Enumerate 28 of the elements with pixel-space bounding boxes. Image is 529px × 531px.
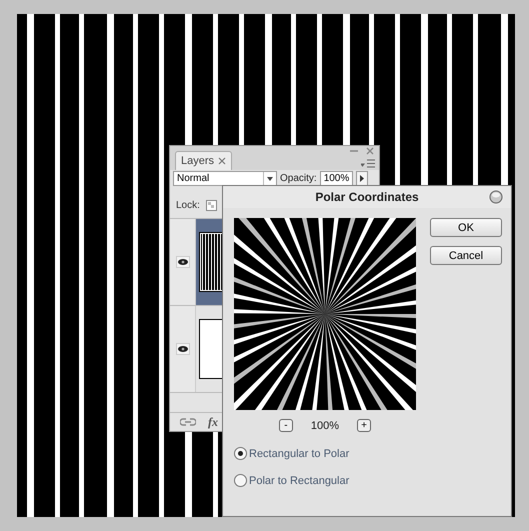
zoom-level: 100% <box>310 420 340 432</box>
option-label[interactable]: Rectangular to Polar <box>249 448 350 460</box>
option-label[interactable]: Polar to Rectangular <box>249 474 350 486</box>
close-icon[interactable] <box>366 147 374 155</box>
cancel-button[interactable]: Cancel <box>430 246 502 265</box>
menu-icon[interactable] <box>361 159 375 168</box>
zoom-in-button[interactable]: + <box>357 419 372 432</box>
opacity-label: Opacity: <box>280 173 317 184</box>
minimize-icon[interactable] <box>350 148 358 154</box>
eye-icon[interactable] <box>176 256 190 268</box>
dialog-title: Polar Coordinates <box>315 190 419 204</box>
lock-label: Lock: <box>176 200 200 210</box>
close-icon[interactable] <box>218 157 226 165</box>
layer-thumbnail <box>199 319 225 379</box>
opacity-field[interactable]: 100% <box>320 170 354 186</box>
radio-button[interactable] <box>234 447 247 460</box>
arrow-right-icon[interactable] <box>359 175 366 182</box>
checkerboard-icon[interactable] <box>206 200 217 210</box>
blend-mode-dropdown[interactable]: Normal <box>173 171 277 186</box>
layers-tab[interactable]: Layers <box>175 151 232 170</box>
ok-button[interactable]: OK <box>430 218 502 237</box>
layer-thumbnail <box>199 232 225 292</box>
round-button-icon[interactable] <box>489 190 503 204</box>
zoom-out-button[interactable]: - <box>278 419 293 432</box>
eye-icon[interactable] <box>176 343 190 355</box>
fx-button[interactable]: fx <box>208 414 218 430</box>
link-icon[interactable] <box>180 418 196 426</box>
radio-button[interactable] <box>234 474 247 487</box>
